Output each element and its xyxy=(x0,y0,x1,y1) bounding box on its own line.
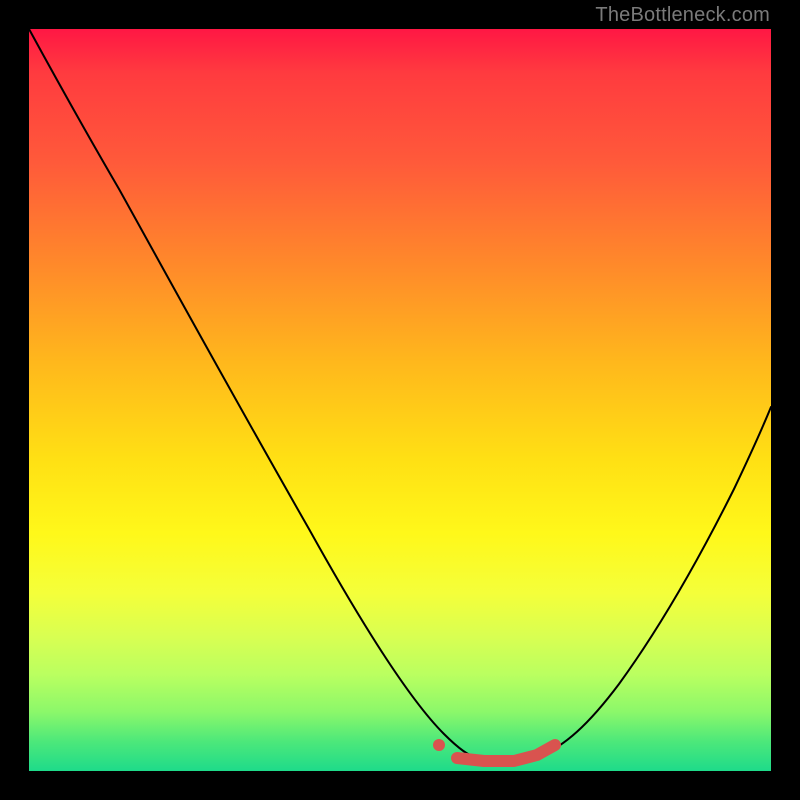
optimal-range-dot xyxy=(433,739,445,751)
chart-overlay xyxy=(29,29,771,771)
bottleneck-curve xyxy=(29,29,771,761)
attribution-text: TheBottleneck.com xyxy=(595,4,770,27)
chart-frame: TheBottleneck.com xyxy=(0,0,800,800)
optimal-range-highlight xyxy=(457,745,555,761)
